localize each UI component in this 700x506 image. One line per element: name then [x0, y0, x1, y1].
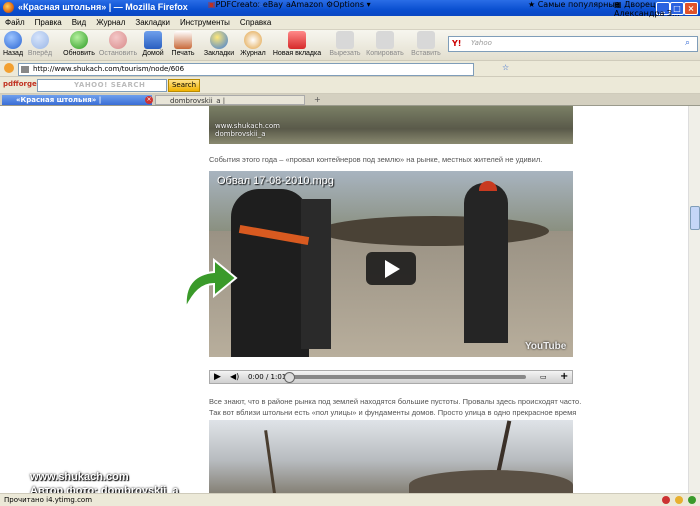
video-controls: ▶ ◀) 0:00 / 1:01 ▭ + [209, 370, 573, 384]
video-worker-1 [231, 189, 309, 357]
photo-credit: www.shukach.com dombrovskii_a [215, 122, 280, 138]
new-tab-button[interactable]: Новая вкладка [272, 31, 322, 57]
menu-history[interactable]: Журнал [91, 16, 130, 29]
stop-icon [109, 31, 127, 49]
addon-icon[interactable] [688, 496, 696, 504]
play-small-icon[interactable]: ▶ [214, 372, 221, 382]
paragraph-1: События этого года – «провал контейнеров… [209, 155, 543, 164]
bookmarks-button[interactable]: Закладки [203, 31, 235, 57]
play-icon [385, 260, 400, 278]
youtube-logo[interactable]: YouTube [525, 341, 566, 352]
paste-icon [417, 31, 435, 49]
expand-icon[interactable]: ▭ [540, 373, 547, 381]
video-time: 0:00 / 1:01 [248, 373, 287, 381]
yahoo-logo-icon: Y! [452, 39, 462, 48]
new-tab-icon [288, 31, 306, 49]
pdfforge-search-input[interactable]: YAHOO! SEARCH [37, 79, 167, 92]
options-button[interactable]: ⚙Options ▾ [326, 0, 371, 9]
bookmark-popular[interactable]: ★ Самые популярные [528, 0, 620, 9]
tab-close-icon[interactable]: × [145, 96, 153, 104]
bookmarks-icon [210, 31, 228, 49]
menu-view[interactable]: Вид [67, 16, 91, 29]
yahoo-search-box[interactable]: Y! Yahoo ⌕ [448, 36, 698, 52]
video-title[interactable]: Обвал 17-08-2010.mpg [217, 175, 334, 187]
site-favicon [4, 63, 14, 73]
menu-bookmarks[interactable]: Закладки [130, 16, 175, 29]
search-placeholder: Yahoo [471, 39, 492, 47]
video-sinkhole [319, 216, 549, 246]
home-icon [144, 31, 162, 49]
top-photo: www.shukach.com dombrovskii_a [209, 106, 573, 144]
scissors-icon [336, 31, 354, 49]
rubble [409, 470, 573, 493]
copy-button[interactable]: Копировать [364, 31, 406, 57]
page-scrollbar[interactable] [688, 106, 700, 493]
history-button[interactable]: Журнал [239, 31, 267, 57]
stop-button[interactable]: Остановить [98, 31, 138, 57]
scrollbar-thumb[interactable] [690, 206, 700, 230]
back-button[interactable]: Назад [2, 31, 24, 57]
volume-icon[interactable]: ◀) [230, 372, 239, 381]
reload-icon [70, 31, 88, 49]
menu-file[interactable]: Файл [0, 16, 30, 29]
menu-tools[interactable]: Инструменты [175, 16, 235, 29]
url-input[interactable]: http://www.shukach.com/tourism/node/606 [18, 63, 474, 76]
new-tab-plus-icon[interactable]: + [314, 95, 321, 104]
feed-icon[interactable]: ☆ [502, 63, 509, 72]
clock-icon [244, 31, 262, 49]
menu-help[interactable]: Справка [235, 16, 276, 29]
home-button[interactable]: Домой [141, 31, 165, 57]
page-content: www.shukach.com dombrovskii_a События это… [0, 106, 688, 493]
pdf-icon: ▣ [208, 0, 216, 9]
search-icon[interactable]: ⌕ [685, 38, 690, 48]
amazon-button[interactable]: aAmazon [286, 0, 323, 9]
pdfcreator-button[interactable]: ▣PDFCreator [208, 0, 261, 9]
forward-arrow-icon [31, 31, 49, 49]
green-arrow-icon [184, 257, 238, 308]
menu-bar: Файл Правка Вид Журнал Закладки Инструменты Сп… [0, 16, 700, 30]
copy-icon [376, 31, 394, 49]
pdfforge-search-button[interactable]: Search [168, 79, 200, 92]
status-text: Прочитано i4.ytimg.com [4, 496, 93, 504]
menu-edit[interactable]: Правка [30, 16, 67, 29]
back-arrow-icon [4, 31, 22, 49]
cut-button[interactable]: Вырезать [328, 31, 362, 57]
tab-krasnaya-shtolnya[interactable]: «Красная штольня» | [2, 95, 152, 105]
status-bar: Прочитано i4.ytimg.com [0, 493, 700, 506]
video-play-button[interactable] [366, 252, 416, 285]
forward-button[interactable]: Вперёд [27, 31, 53, 57]
video-worker-3 [464, 183, 508, 343]
adblock-icon[interactable] [662, 496, 670, 504]
video-player[interactable]: Обвал 17-08-2010.mpg YouTube [209, 171, 573, 357]
pdfforge-logo[interactable]: pdfforge [3, 80, 37, 88]
reload-button[interactable]: Обновить [63, 31, 95, 57]
bookmark-palace[interactable]: ▦ Дворец Александра З... [614, 0, 700, 18]
firefox-icon [3, 2, 14, 13]
printer-icon [174, 31, 192, 49]
paste-button[interactable]: Вставить [408, 31, 444, 57]
bottom-photo [209, 420, 573, 493]
ebay-button[interactable]: eeBay [258, 0, 283, 9]
window-title: «Красная штольня» | — Mozilla Firefox [18, 2, 188, 12]
tab-dombrovskii[interactable]: dombrovskii_a | [155, 95, 305, 105]
more-icon[interactable]: + [560, 371, 568, 382]
print-button[interactable]: Печать [170, 31, 196, 57]
video-progress-track[interactable] [290, 375, 526, 379]
smiley-icon[interactable] [675, 496, 683, 504]
page-icon [21, 66, 29, 73]
tree-trunk-1 [264, 430, 277, 493]
video-scrubber[interactable] [284, 372, 295, 383]
yahoo-search-brand: YAHOO! SEARCH [74, 81, 146, 89]
video-worker-2 [301, 199, 331, 349]
